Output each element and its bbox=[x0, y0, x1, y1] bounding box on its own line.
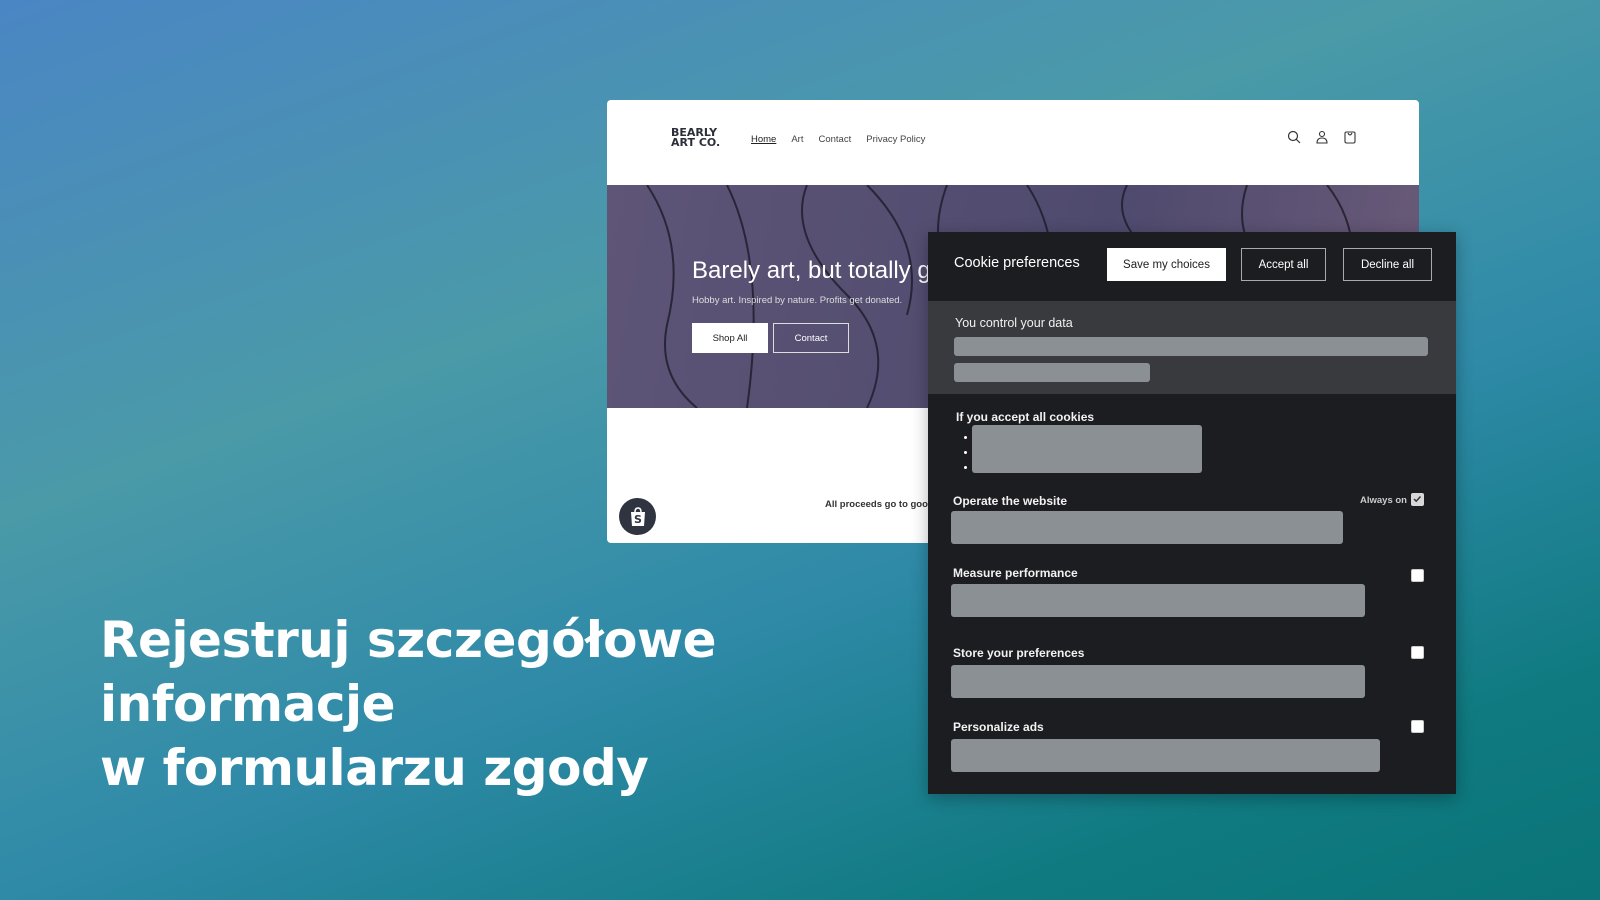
accept-all-button[interactable]: Accept all bbox=[1241, 248, 1326, 281]
nav-privacy-policy[interactable]: Privacy Policy bbox=[866, 134, 925, 145]
category-operate-label: Operate the website bbox=[953, 494, 1068, 508]
category-preferences-label: Store your preferences bbox=[953, 646, 1085, 660]
hero-title: Barely art, but totally g bbox=[692, 257, 931, 284]
always-on-label: Always on bbox=[1360, 495, 1407, 506]
category-ads-label: Personalize ads bbox=[953, 720, 1044, 734]
search-icon[interactable] bbox=[1287, 130, 1301, 144]
footer-text: All proceeds go to goo bbox=[825, 499, 928, 510]
text-placeholder bbox=[972, 425, 1202, 473]
nav-home[interactable]: Home bbox=[751, 134, 776, 145]
shopify-bag-icon[interactable]: S bbox=[619, 498, 656, 535]
cookie-title: Cookie preferences bbox=[954, 255, 1080, 271]
check-icon bbox=[1413, 495, 1422, 503]
text-placeholder bbox=[951, 665, 1365, 698]
cookie-preferences-panel: Cookie preferences Save my choices Accep… bbox=[928, 232, 1456, 794]
accept-all-info-title: If you accept all cookies bbox=[956, 410, 1095, 424]
headline-line: informacje bbox=[100, 675, 396, 733]
preferences-checkbox[interactable] bbox=[1411, 646, 1424, 659]
text-placeholder bbox=[951, 511, 1343, 544]
intro-section: You control your data bbox=[928, 301, 1456, 394]
measure-checkbox[interactable] bbox=[1411, 569, 1424, 582]
bullet bbox=[964, 466, 967, 469]
decline-all-button[interactable]: Decline all bbox=[1343, 248, 1432, 281]
account-icon[interactable] bbox=[1315, 130, 1329, 144]
headline: Rejestruj szczegółowe informacje w formu… bbox=[100, 608, 717, 800]
nav-contact[interactable]: Contact bbox=[818, 134, 851, 145]
nav-art[interactable]: Art bbox=[791, 134, 803, 145]
store-nav: Home Art Contact Privacy Policy bbox=[751, 134, 925, 145]
hero-contact-button[interactable]: Contact bbox=[773, 323, 849, 353]
store-logo[interactable]: BEARLY ART CO. bbox=[671, 127, 721, 149]
hero-subtitle: Hobby art. Inspired by nature. Profits g… bbox=[692, 295, 903, 306]
intro-title: You control your data bbox=[955, 316, 1073, 330]
bullet bbox=[964, 436, 967, 439]
save-choices-button[interactable]: Save my choices bbox=[1107, 248, 1226, 281]
logo-line: ART CO. bbox=[671, 136, 721, 149]
operate-checkbox[interactable] bbox=[1411, 493, 1424, 506]
cart-icon[interactable] bbox=[1343, 130, 1357, 144]
store-header: BEARLY ART CO. Home Art Contact Privacy P… bbox=[607, 100, 1419, 185]
ads-checkbox[interactable] bbox=[1411, 720, 1424, 733]
svg-text:S: S bbox=[634, 513, 642, 526]
shop-all-button[interactable]: Shop All bbox=[692, 323, 768, 353]
text-placeholder bbox=[951, 584, 1365, 617]
text-placeholder bbox=[951, 739, 1380, 772]
headline-line: Rejestruj szczegółowe bbox=[100, 611, 717, 669]
text-placeholder bbox=[954, 337, 1428, 356]
text-placeholder bbox=[954, 363, 1150, 382]
category-measure-label: Measure performance bbox=[953, 566, 1078, 580]
bullet bbox=[964, 451, 967, 454]
headline-line: w formularzu zgody bbox=[100, 739, 649, 797]
